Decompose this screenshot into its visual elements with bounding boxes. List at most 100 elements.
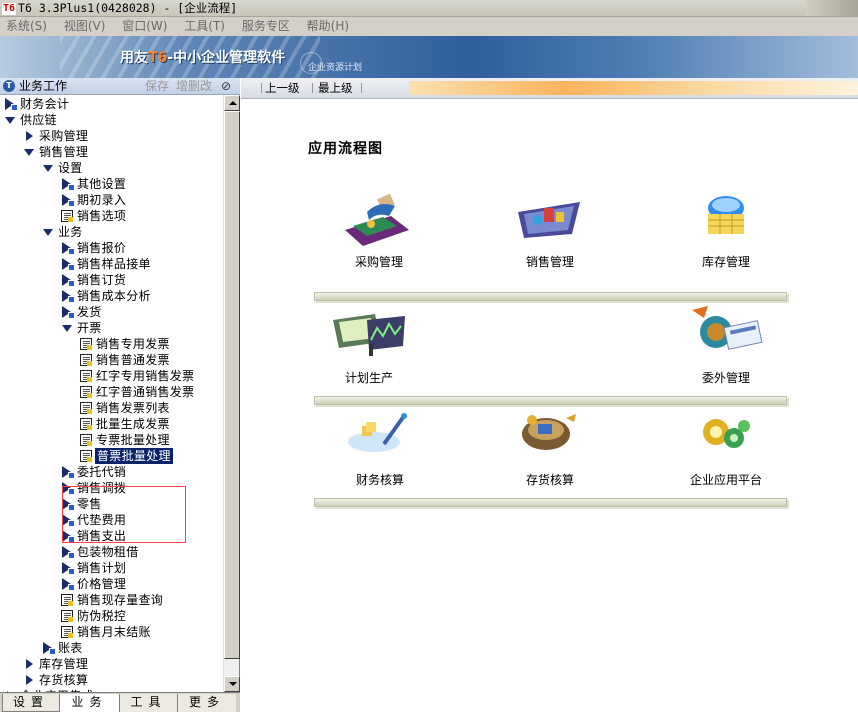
tree-item-label: 销售选项 <box>77 209 127 223</box>
tree-item-label: 销售报价 <box>77 241 127 255</box>
tree-scrollbar[interactable] <box>223 95 240 692</box>
menu-window[interactable]: 窗口(W) <box>122 17 167 35</box>
document-icon <box>80 354 92 366</box>
module-label: 委外管理 <box>701 371 750 385</box>
expanded-arrow-icon <box>23 146 35 158</box>
module-inventory[interactable]: 库存管理 <box>666 190 786 270</box>
brand-prefix: 用友 <box>120 50 148 66</box>
tree-item-label: 委托代销 <box>77 465 127 479</box>
tree-item-label: 价格管理 <box>77 577 127 591</box>
toolbar-decoration <box>409 81 858 95</box>
production-icon <box>333 314 405 356</box>
module-stock-accounting[interactable]: 存货核算 <box>490 408 610 488</box>
collapsed-arrow-icon <box>23 130 35 142</box>
document-icon <box>80 386 92 398</box>
separator-bar <box>314 396 787 405</box>
menu-item-icon <box>61 178 75 191</box>
tree-item-label: 批量生成发票 <box>96 417 170 431</box>
tree-item-label: 红字普通销售发票 <box>96 385 195 399</box>
tree-item-label: 期初录入 <box>77 193 127 207</box>
flow-title: 应用流程图 <box>308 141 383 157</box>
up-one-level-button[interactable]: 上一级 <box>265 81 300 96</box>
menu-system[interactable]: 系统(S) <box>6 17 47 35</box>
tab-more[interactable]: 更多 <box>178 694 236 712</box>
platform-icon <box>703 419 750 448</box>
module-label: 库存管理 <box>701 255 750 269</box>
tree-item-label: 销售样品接单 <box>77 257 151 271</box>
tree-item-label: 业务 <box>58 225 83 239</box>
save-link[interactable]: 保存 <box>145 78 169 94</box>
finance-icon <box>348 413 407 452</box>
scroll-down-button[interactable] <box>224 676 240 692</box>
tree-item-label: 发货 <box>77 305 102 319</box>
product-banner: 用友T6-中小企业管理软件 企业资源计划 <box>0 36 858 78</box>
menu-item-icon <box>61 466 75 479</box>
pin-icon[interactable]: ⊘ <box>221 78 231 94</box>
tree-item-label: 财务会计 <box>20 97 70 111</box>
tree-item-label: 包装物租借 <box>77 545 139 559</box>
document-icon <box>80 450 92 462</box>
menu-item-icon <box>61 242 75 255</box>
document-icon <box>61 594 73 606</box>
tree-item-label: 普票批量处理 <box>95 448 173 464</box>
module-platform[interactable]: 企业应用平台 <box>666 408 786 488</box>
window-controls[interactable] <box>806 0 858 16</box>
edit-link[interactable]: 增删改 <box>176 78 212 94</box>
module-sales[interactable]: 销售管理 <box>490 190 610 270</box>
module-label: 财务核算 <box>355 473 404 487</box>
expanded-arrow-icon <box>61 322 73 334</box>
window-titlebar: T6 T6 3.3Plus1(0428028) - [企业流程] <box>0 0 858 17</box>
scroll-thumb[interactable] <box>224 111 240 659</box>
content-toolbar: 上一级 最上级 <box>241 78 858 99</box>
business-work-icon: T <box>3 80 15 92</box>
module-purchase[interactable]: 采购管理 <box>319 190 439 270</box>
document-icon <box>61 626 73 638</box>
document-icon <box>80 434 92 446</box>
menu-help[interactable]: 帮助(H) <box>307 17 349 35</box>
collapsed-arrow-icon <box>23 674 35 686</box>
expanded-arrow-icon <box>42 162 54 174</box>
menu-service[interactable]: 服务专区 <box>242 17 290 35</box>
module-production[interactable]: 计划生产 <box>309 306 429 386</box>
menu-item-icon <box>61 194 75 207</box>
scroll-up-button[interactable] <box>224 95 240 111</box>
tab-business[interactable]: 业务 <box>60 694 120 712</box>
menu-item-icon <box>61 258 75 271</box>
tree-item-label: 防伪税控 <box>77 609 127 623</box>
separator-bar <box>314 498 787 507</box>
menu-tools[interactable]: 工具(T) <box>184 17 225 35</box>
module-label: 销售管理 <box>525 255 574 269</box>
brand-suffix: -中小企业管理软件 <box>167 50 286 66</box>
menu-item-icon <box>61 578 75 591</box>
top-level-button[interactable]: 最上级 <box>318 81 353 96</box>
module-finance[interactable]: 财务核算 <box>320 408 440 488</box>
window-title: T6 3.3Plus1(0428028) - [企业流程] <box>18 1 238 15</box>
module-label: 计划生产 <box>344 371 393 385</box>
tree-item-label: 账表 <box>58 641 83 655</box>
tree-item-label: 销售订货 <box>77 273 127 287</box>
content-panel: 上一级 最上级 应用流程图 采购管理 销售管理 库存管理 计划生产 委外管理 财… <box>241 78 858 712</box>
toolbar-separator <box>312 83 313 93</box>
tab-tools[interactable]: 工具 <box>120 694 178 712</box>
tree-item-label: 库存管理 <box>39 657 89 671</box>
tab-settings[interactable]: 设置 <box>2 694 60 712</box>
panel-title: 业务工作 <box>19 79 68 93</box>
menu-view[interactable]: 视图(V) <box>64 17 106 35</box>
brand-t6: T6 <box>148 50 168 66</box>
tree-item-label: 销售发票列表 <box>96 401 170 415</box>
document-icon <box>80 402 92 414</box>
document-icon <box>80 370 92 382</box>
collapsed-arrow-icon <box>23 658 35 670</box>
menu-item-icon <box>42 642 56 655</box>
navigation-tree: 财务会计 供应链 采购管理 销售管理 设置 其他设置 期初录入 销售选项 业务 销售报价 销售样品接… <box>0 95 223 692</box>
brand-name: 用友T6-中小企业管理软件 <box>120 47 285 67</box>
document-icon <box>80 418 92 430</box>
stock-accounting-icon <box>522 414 576 450</box>
app-logo: T6 <box>2 3 17 15</box>
module-outsourcing[interactable]: 委外管理 <box>666 306 786 386</box>
tree-item-label: 销售专用发票 <box>96 337 170 351</box>
brand-subtitle: 企业资源计划 <box>308 63 363 73</box>
menu-item-icon <box>61 546 75 559</box>
purchase-icon <box>345 193 409 246</box>
tree-item-label: 供应链 <box>20 113 57 127</box>
